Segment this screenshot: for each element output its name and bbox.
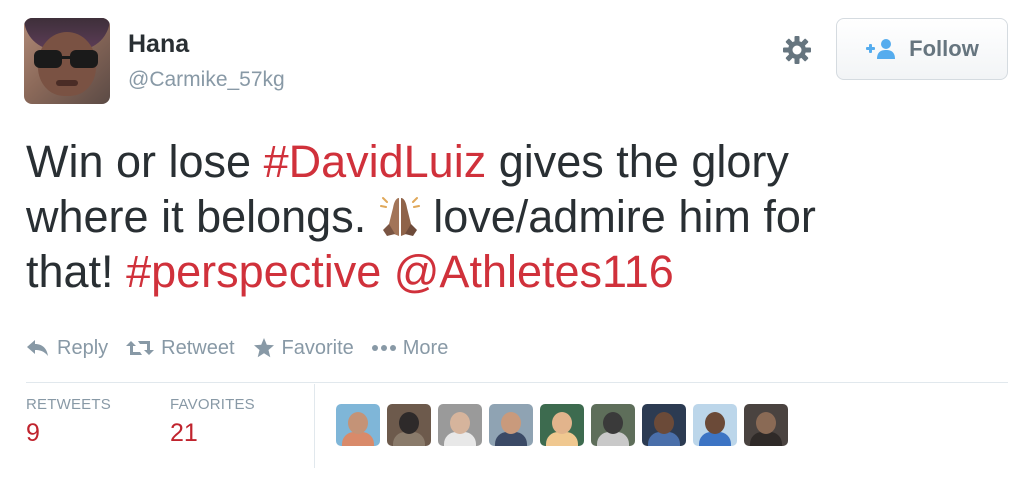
mention-link[interactable]: @Athletes116 xyxy=(394,246,674,297)
retweet-icon xyxy=(126,339,155,357)
tweet-line-3: that! #perspective @Athletes116 xyxy=(26,244,1006,299)
folded-hands-emoji-icon xyxy=(379,194,421,238)
tweet-text-segment: love/admire him for xyxy=(420,191,816,242)
favoriters-list xyxy=(336,404,788,446)
tweet-text-segment: Win or lose xyxy=(26,136,264,187)
favoriter-avatar-head xyxy=(705,412,725,434)
follow-label: Follow xyxy=(909,36,979,61)
user-avatar[interactable] xyxy=(24,18,110,104)
favorites-count: 21 xyxy=(170,419,198,447)
add-user-icon xyxy=(865,38,897,60)
retweet-label: Retweet xyxy=(161,336,235,359)
star-icon xyxy=(253,338,275,358)
favoriter-avatar[interactable] xyxy=(387,404,431,446)
retweets-label: RETWEETS xyxy=(26,396,111,413)
favoriter-avatar-body xyxy=(597,432,629,446)
user-handle[interactable]: @Carmike_57kg xyxy=(128,68,285,92)
tweet-line-1: Win or lose #DavidLuiz gives the glory xyxy=(26,134,1006,189)
tweet-line-2: where it belongs. love/admire him for xyxy=(26,189,1006,244)
favorites-label: FAVORITES xyxy=(170,396,255,413)
favoriter-avatar-body xyxy=(393,432,425,446)
favoriter-avatar-body xyxy=(342,432,374,446)
hashtag-link[interactable]: #perspective xyxy=(126,246,381,297)
favoriter-avatar-head xyxy=(399,412,419,434)
tweet-stats: RETWEETS 9 FAVORITES 21 xyxy=(26,384,1008,468)
favoriter-avatar-head xyxy=(450,412,470,434)
favoriter-avatar[interactable] xyxy=(642,404,686,446)
favoriter-avatar-body xyxy=(546,432,578,446)
favoriter-avatar-head xyxy=(654,412,674,434)
favoriter-avatar-body xyxy=(495,432,527,446)
favoriter-avatar-body xyxy=(750,432,782,446)
favoriter-avatar-body xyxy=(444,432,476,446)
retweets-stat[interactable]: RETWEETS 9 xyxy=(26,396,111,448)
favoriter-avatar[interactable] xyxy=(489,404,533,446)
tweet-header: Hana @Carmike_57kg Follow xyxy=(24,18,1014,104)
favoriter-avatar[interactable] xyxy=(336,404,380,446)
favoriter-avatar[interactable] xyxy=(591,404,635,446)
tweet-actions: Reply Retweet Favorite More xyxy=(26,334,448,362)
reply-icon xyxy=(26,339,50,357)
stats-divider xyxy=(26,382,1008,383)
favoriter-avatar-head xyxy=(756,412,776,434)
favorites-stat[interactable]: FAVORITES 21 xyxy=(170,396,255,448)
more-button[interactable]: More xyxy=(371,336,449,360)
tweet-text-segment: where it belongs. xyxy=(26,191,379,242)
gear-icon[interactable] xyxy=(781,34,813,66)
favoriter-avatar-head xyxy=(501,412,521,434)
tweet-text-segment: gives the glory xyxy=(486,136,789,187)
favorite-button[interactable]: Favorite xyxy=(253,337,354,360)
favoriter-avatar-head xyxy=(603,412,623,434)
stats-vertical-divider xyxy=(314,384,315,468)
favoriter-avatar-body xyxy=(699,432,731,446)
more-label: More xyxy=(402,336,449,359)
follow-button[interactable]: Follow xyxy=(836,18,1008,80)
avatar-sunglasses xyxy=(34,50,100,68)
tweet-text-segment xyxy=(381,246,394,297)
favorite-label: Favorite xyxy=(281,336,354,359)
favoriter-avatar[interactable] xyxy=(540,404,584,446)
tweet-text: Win or lose #DavidLuiz gives the glory w… xyxy=(26,134,1006,299)
reply-label: Reply xyxy=(57,336,109,359)
more-dots-icon xyxy=(371,344,396,352)
avatar-mouth xyxy=(56,80,78,86)
tweet-text-segment: that! xyxy=(26,246,127,297)
retweet-button[interactable]: Retweet xyxy=(126,336,235,360)
hashtag-link[interactable]: #DavidLuiz xyxy=(264,136,487,187)
favoriter-avatar-head xyxy=(552,412,572,434)
favoriter-avatar[interactable] xyxy=(744,404,788,446)
favoriter-avatar-head xyxy=(348,412,368,434)
favoriter-avatar[interactable] xyxy=(438,404,482,446)
reply-button[interactable]: Reply xyxy=(26,337,108,360)
retweets-count: 9 xyxy=(26,419,40,447)
user-name[interactable]: Hana xyxy=(128,30,189,59)
favoriter-avatar-body xyxy=(648,432,680,446)
favoriter-avatar[interactable] xyxy=(693,404,737,446)
